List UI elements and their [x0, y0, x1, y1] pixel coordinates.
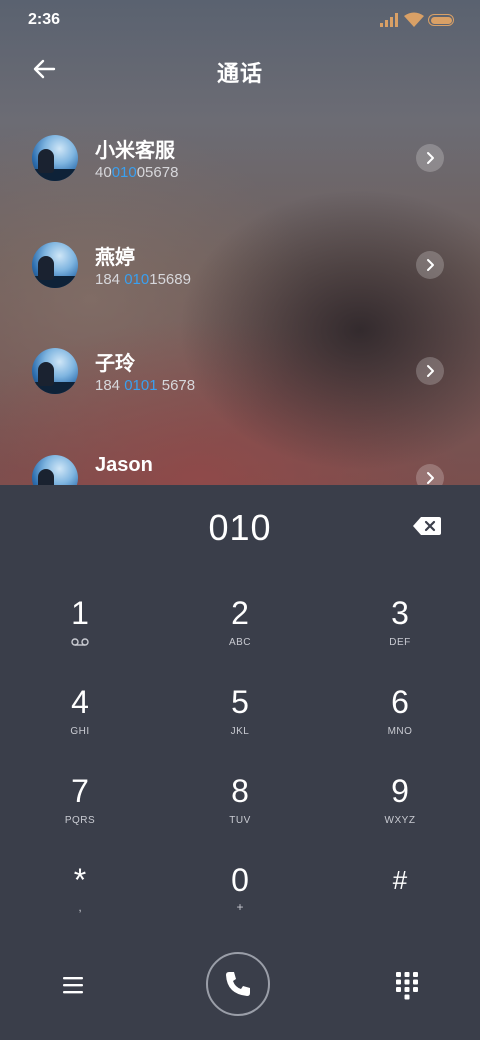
contact-name: Jason: [95, 454, 153, 476]
dial-key-0[interactable]: 0 +: [170, 852, 310, 932]
dialed-number-display: 010: [208, 507, 272, 548]
chevron-right-icon: [427, 259, 434, 271]
contact-number: 184 01015689: [95, 271, 191, 288]
battery-icon: [428, 14, 454, 26]
phone-icon: [226, 972, 250, 996]
dial-key-2[interactable]: 2 ABC: [170, 585, 310, 665]
dial-key-8[interactable]: 8 TUV: [170, 763, 310, 843]
contact-item[interactable]: 燕婷 184 01015689: [0, 215, 480, 321]
avatar: [32, 455, 78, 485]
dialpad-icon[interactable]: [394, 970, 420, 1000]
dial-key-7[interactable]: 7 PQRS: [10, 763, 150, 843]
status-time: 2:36: [28, 11, 61, 28]
dial-key-6[interactable]: 6 MNO: [330, 674, 470, 754]
contact-detail-button[interactable]: [416, 251, 444, 279]
call-button[interactable]: [206, 952, 270, 1016]
contact-name: 燕婷: [95, 247, 135, 269]
dial-key-1[interactable]: 1: [10, 585, 150, 665]
avatar: [32, 348, 78, 394]
contact-name: 子玲: [95, 353, 135, 375]
dial-key-hash[interactable]: #: [330, 852, 470, 932]
dial-key-4[interactable]: 4 GHI: [10, 674, 150, 754]
dial-key-5[interactable]: 5 JKL: [170, 674, 310, 754]
contact-item[interactable]: Jason: [0, 428, 480, 485]
backspace-icon[interactable]: [412, 515, 442, 537]
contact-number: 4001005678: [95, 164, 179, 181]
contact-item[interactable]: 子玲 184 0101 5678: [0, 321, 480, 427]
avatar: [32, 242, 78, 288]
menu-icon[interactable]: [60, 972, 86, 998]
top-bar: 通话: [0, 44, 480, 98]
wifi-icon: [404, 12, 424, 27]
signal-icon: [380, 13, 398, 27]
contact-detail-button[interactable]: [416, 144, 444, 172]
contact-item[interactable]: 小米客服 4001005678: [0, 108, 480, 214]
chevron-right-icon: [427, 472, 434, 484]
contact-detail-button[interactable]: [416, 464, 444, 485]
contact-name: 小米客服: [95, 140, 175, 162]
voicemail-icon: [71, 638, 89, 646]
contact-list: 小米客服 4001005678 燕婷 184 01015689 子玲 184 0…: [0, 108, 480, 485]
chevron-right-icon: [427, 365, 434, 377]
dial-key-9[interactable]: 9 WXYZ: [330, 763, 470, 843]
contact-number: 184 0101 5678: [95, 377, 196, 394]
page-title: 通话: [216, 61, 263, 86]
dialer-panel: 010 1 2 ABC 3 DEF 4 GHI 5 JKL 6 MNO 7 PQ…: [0, 485, 480, 1040]
dial-key-star[interactable]: * ,: [10, 852, 150, 932]
status-bar: 2:36: [0, 0, 480, 40]
chevron-right-icon: [427, 152, 434, 164]
dial-key-3[interactable]: 3 DEF: [330, 585, 470, 665]
dialer-bottom-bar: [0, 950, 480, 1040]
avatar: [32, 135, 78, 181]
contact-detail-button[interactable]: [416, 357, 444, 385]
